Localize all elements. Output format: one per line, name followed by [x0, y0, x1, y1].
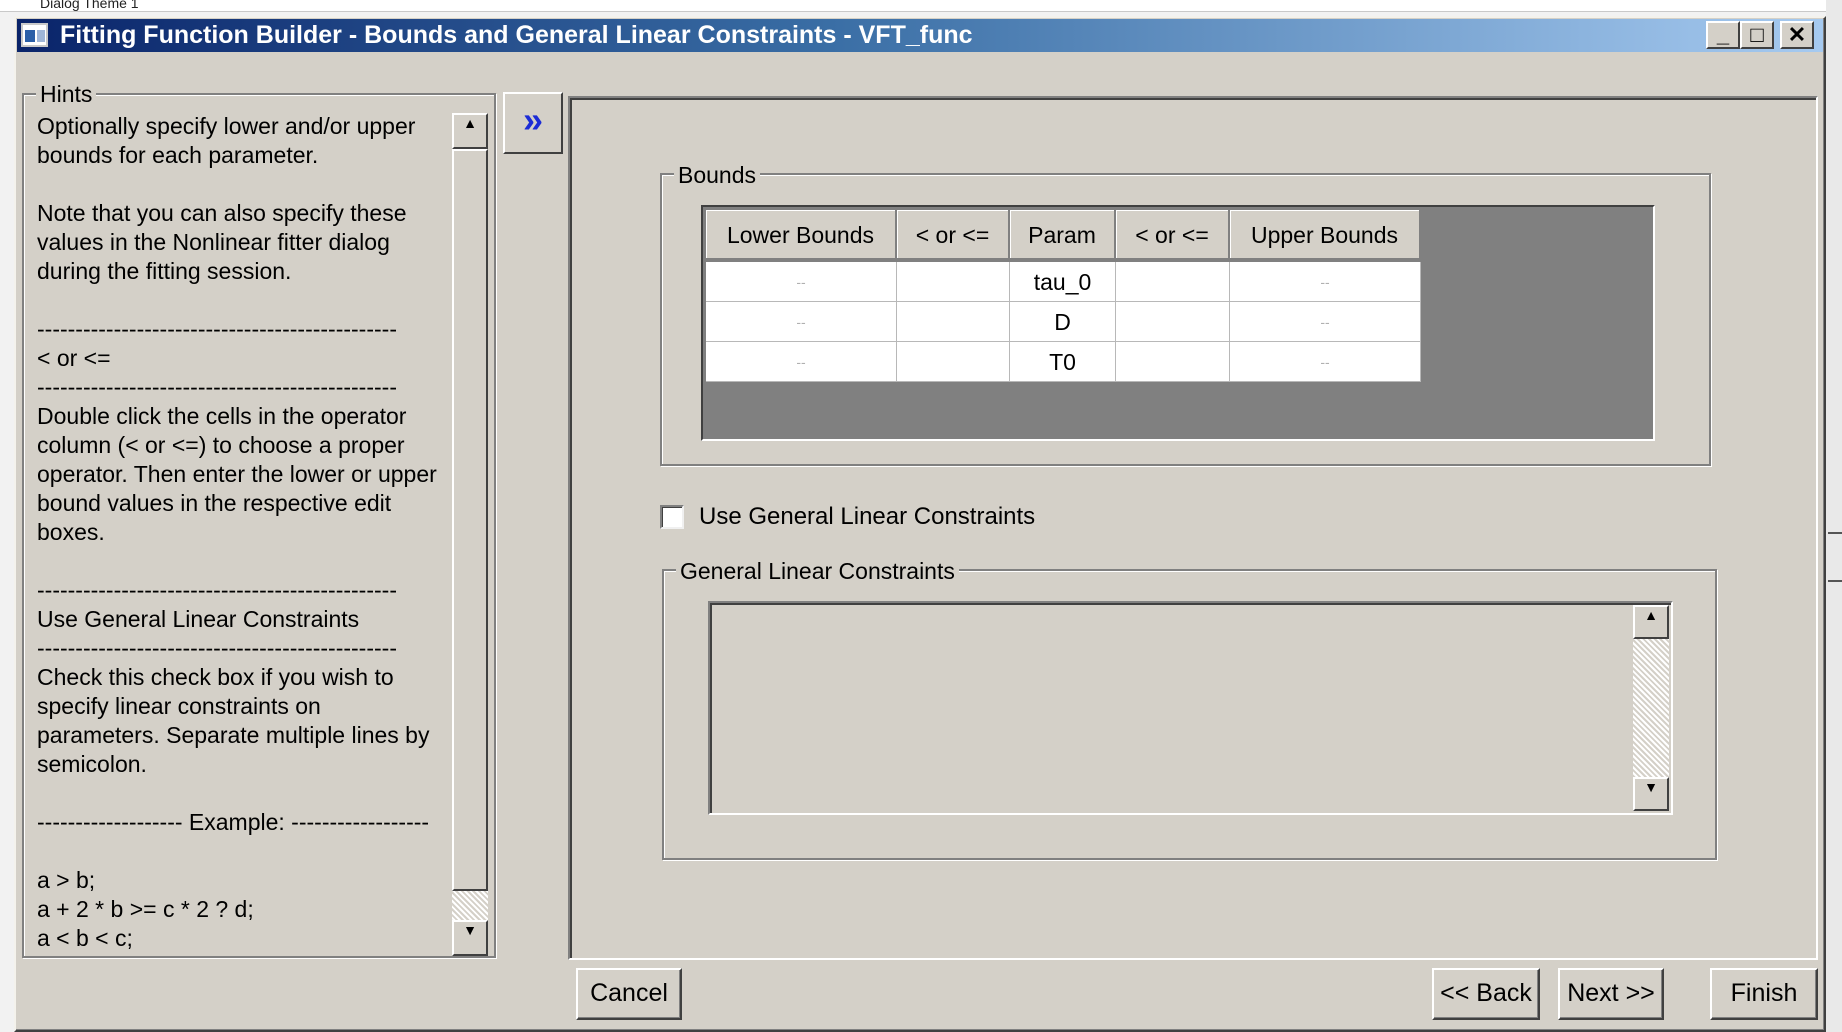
use-constraints-label[interactable]: Use General Linear Constraints [699, 502, 1035, 532]
constraints-label: General Linear Constraints [676, 558, 959, 584]
column-header-upper-bounds[interactable]: Upper Bounds [1230, 210, 1421, 260]
back-button[interactable]: << Back [1432, 968, 1540, 1020]
scroll-down-icon[interactable]: ▼ [452, 920, 488, 956]
column-header-operator-2[interactable]: < or <= [1116, 210, 1230, 260]
maximize-button[interactable]: □ [1740, 21, 1774, 49]
minimize-button[interactable]: _ [1706, 21, 1740, 49]
background-right-edge [1826, 0, 1842, 1032]
cell-upper-bound[interactable]: -- [1230, 342, 1421, 382]
cell-operator-lower[interactable] [897, 342, 1010, 382]
hints-scroll-thumb[interactable] [452, 149, 488, 891]
constraints-textarea[interactable] [708, 601, 1673, 815]
hints-text: Optionally specify lower and/or upper bo… [37, 113, 437, 950]
scroll-up-icon[interactable]: ▲ [1633, 605, 1669, 639]
cell-operator-upper[interactable] [1116, 302, 1230, 342]
cell-operator-upper[interactable] [1116, 342, 1230, 382]
use-constraints-checkbox[interactable] [660, 505, 684, 529]
background-divider [1828, 532, 1842, 534]
cell-upper-bound[interactable]: -- [1230, 262, 1421, 302]
cell-operator-upper[interactable] [1116, 262, 1230, 302]
scroll-down-icon[interactable]: ▼ [1633, 777, 1669, 811]
background-tab-label: Dialog Theme 1 [40, 0, 139, 11]
column-header-param[interactable]: Param [1010, 210, 1116, 260]
bounds-label: Bounds [674, 162, 761, 188]
cancel-button[interactable]: Cancel [576, 968, 682, 1020]
app-icon[interactable] [21, 23, 48, 47]
cell-operator-lower[interactable] [897, 302, 1010, 342]
background-divider [1828, 580, 1842, 582]
cell-param: D [1010, 302, 1116, 342]
column-header-operator-1[interactable]: < or <= [897, 210, 1010, 260]
finish-button[interactable]: Finish [1710, 968, 1818, 1020]
cell-operator-lower[interactable] [897, 262, 1010, 302]
cell-lower-bound[interactable]: -- [706, 302, 897, 342]
cell-upper-bound[interactable]: -- [1230, 302, 1421, 342]
cell-param: tau_0 [1010, 262, 1116, 302]
hints-label: Hints [36, 81, 97, 107]
expand-hints-button[interactable]: » [503, 92, 563, 154]
next-button[interactable]: Next >> [1558, 968, 1664, 1020]
background-tab-strip: Dialog Theme 1 [0, 0, 1842, 12]
scroll-up-icon[interactable]: ▲ [452, 113, 488, 149]
column-header-lower-bounds[interactable]: Lower Bounds [706, 210, 897, 260]
window-title: Fitting Function Builder - Bounds and Ge… [60, 21, 973, 49]
close-button[interactable]: ✕ [1780, 21, 1814, 49]
cell-lower-bound[interactable]: -- [706, 342, 897, 382]
cell-lower-bound[interactable]: -- [706, 262, 897, 302]
cell-param: T0 [1010, 342, 1116, 382]
